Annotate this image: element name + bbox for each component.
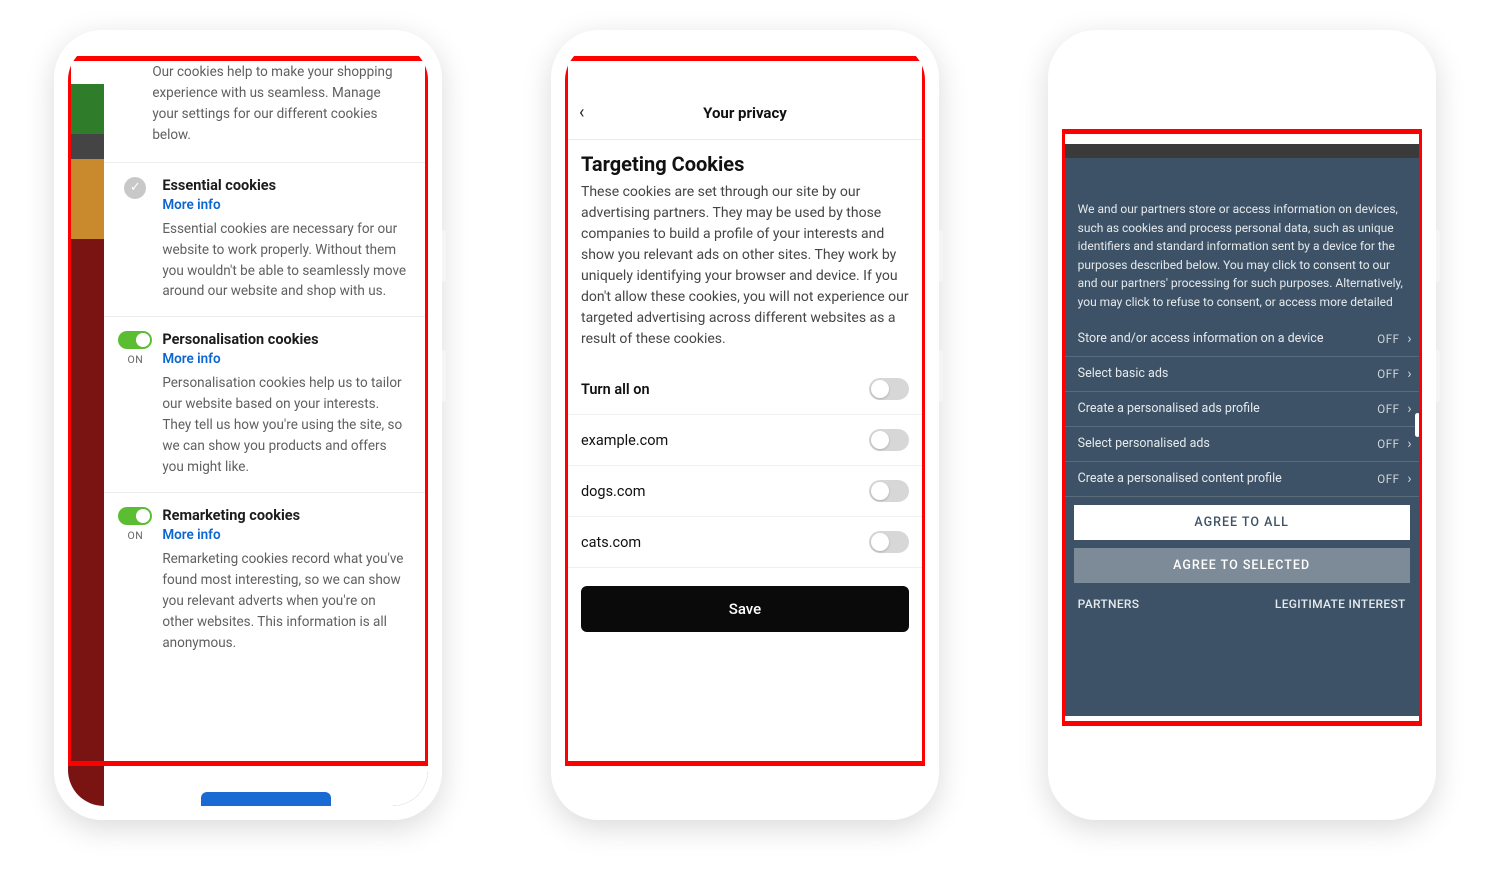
section-remarketing: ON Remarketing cookies More info Remarke… <box>104 492 428 668</box>
more-info-link[interactable]: More info <box>162 527 406 543</box>
row-label: Turn all on <box>581 381 650 398</box>
background-top <box>1062 86 1422 144</box>
phone-mockup-1: Our cookies help to make your shopping e… <box>54 30 442 820</box>
primary-action-button[interactable] <box>201 792 331 806</box>
toggle-switch[interactable] <box>869 480 909 502</box>
option-label: Store and/or access information on a dev… <box>1078 331 1324 346</box>
agree-selected-button[interactable]: AGREE TO SELECTED <box>1074 548 1410 583</box>
row-label: dogs.com <box>581 483 645 500</box>
chevron-right-icon[interactable]: › <box>1407 331 1411 347</box>
more-info-link[interactable]: More info <box>162 197 406 213</box>
toggle-switch[interactable] <box>869 531 909 553</box>
section-essential: ✓ Essential cookies More info Essential … <box>104 162 428 317</box>
phone-side-button <box>939 230 943 282</box>
toggle-row: example.com <box>565 415 925 466</box>
phone-screen: We and our partners store or access info… <box>1062 44 1422 806</box>
option-label: Create a personalised ads profile <box>1078 401 1260 416</box>
save-button[interactable]: Save <box>581 586 909 632</box>
phone-side-button <box>939 350 943 402</box>
consent-option-row: Select basic ads OFF › <box>1062 357 1422 392</box>
phone-screen: ‹ Your privacy Targeting Cookies These c… <box>565 44 925 806</box>
background-dark-bar <box>1062 144 1422 158</box>
chevron-right-icon[interactable]: › <box>1407 366 1411 382</box>
page-title: Targeting Cookies <box>565 140 925 182</box>
legitimate-interest-link[interactable]: LEGITIMATE INTEREST <box>1275 597 1406 611</box>
toggle-row: cats.com <box>565 517 925 568</box>
phone-side-button <box>1436 350 1440 402</box>
chevron-right-icon[interactable]: › <box>1407 471 1411 487</box>
toggle-row-all: Turn all on <box>565 364 925 415</box>
header-bar: ‹ Your privacy <box>565 86 925 140</box>
chevron-right-icon[interactable]: › <box>1407 436 1411 452</box>
footer-links: PARTNERS LEGITIMATE INTEREST <box>1062 583 1422 611</box>
section-description: Remarketing cookies record what you've f… <box>162 549 406 654</box>
option-label: Select personalised ads <box>1078 436 1210 451</box>
toggle-switch[interactable] <box>869 429 909 451</box>
option-state[interactable]: OFF <box>1377 472 1399 486</box>
consent-option-row: Store and/or access information on a dev… <box>1062 322 1422 357</box>
consent-option-row: Create a personalised ads profile OFF › <box>1062 392 1422 427</box>
consent-paragraph: We and our partners store or access info… <box>1062 158 1422 322</box>
section-personalisation: ON Personalisation cookies More info Per… <box>104 316 428 492</box>
phone-side-button <box>1436 230 1440 282</box>
back-icon[interactable]: ‹ <box>579 102 584 123</box>
option-state[interactable]: OFF <box>1377 367 1399 381</box>
section-description: Essential cookies are necessary for our … <box>162 219 406 303</box>
toggle-on[interactable] <box>118 331 152 349</box>
section-title: Personalisation cookies <box>162 331 406 348</box>
option-state[interactable]: OFF <box>1377 332 1399 346</box>
section-description: Personalisation cookies help us to tailo… <box>162 373 406 478</box>
consent-option-row: Select personalised ads OFF › <box>1062 427 1422 462</box>
more-info-link[interactable]: More info <box>162 351 406 367</box>
description-paragraph: These cookies are set through our site b… <box>565 182 925 364</box>
row-label: cats.com <box>581 534 641 551</box>
option-label: Create a personalised content profile <box>1078 471 1282 486</box>
row-label: example.com <box>581 432 668 449</box>
scrollbar-thumb[interactable] <box>1415 413 1420 437</box>
option-state[interactable]: OFF <box>1377 402 1399 416</box>
check-icon: ✓ <box>124 177 146 199</box>
agree-all-button[interactable]: AGREE TO ALL <box>1074 505 1410 540</box>
toggle-state-label: ON <box>127 353 143 366</box>
phone-side-button <box>442 350 446 402</box>
phone-screen: Our cookies help to make your shopping e… <box>68 44 428 806</box>
intro-text: Our cookies help to make your shopping e… <box>104 44 428 162</box>
consent-panel: We and our partners store or access info… <box>1062 158 1422 716</box>
section-title: Essential cookies <box>162 177 406 194</box>
header-title: Your privacy <box>703 104 787 122</box>
cookie-settings-modal: Our cookies help to make your shopping e… <box>104 44 428 806</box>
option-state[interactable]: OFF <box>1377 437 1399 451</box>
toggle-switch[interactable] <box>869 378 909 400</box>
phone-mockup-3: We and our partners store or access info… <box>1048 30 1436 820</box>
chevron-right-icon[interactable]: › <box>1407 401 1411 417</box>
toggle-row: dogs.com <box>565 466 925 517</box>
option-label: Select basic ads <box>1078 366 1169 381</box>
section-title: Remarketing cookies <box>162 507 406 524</box>
toggle-on[interactable] <box>118 507 152 525</box>
phone-mockup-2: ‹ Your privacy Targeting Cookies These c… <box>551 30 939 820</box>
consent-option-row: Create a personalised content profile OF… <box>1062 462 1422 497</box>
toggle-state-label: ON <box>127 529 143 542</box>
phone-side-button <box>442 230 446 282</box>
partners-link[interactable]: PARTNERS <box>1078 597 1140 611</box>
